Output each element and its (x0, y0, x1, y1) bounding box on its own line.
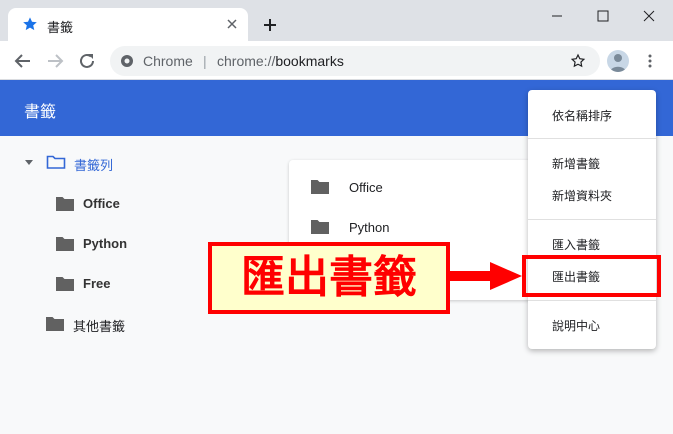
sidebar-item-bookmarks-bar[interactable]: 書籤列 (24, 152, 224, 174)
menu-divider (528, 219, 656, 220)
menu-item-sort-by-name[interactable]: 依名稱排序 (528, 99, 656, 129)
annotation-callout: 匯出書籤 (208, 242, 450, 314)
avatar[interactable] (607, 50, 629, 72)
kebab-menu-icon[interactable] (643, 53, 657, 69)
menu-item-help-center[interactable]: 說明中心 (528, 309, 656, 339)
sidebar-item-label: Office (83, 196, 120, 211)
url-text: chrome://bookmarks (217, 53, 344, 69)
folder-icon (46, 317, 64, 331)
sidebar-item-office[interactable]: Office (56, 193, 236, 215)
sidebar-item-other-bookmarks[interactable]: 其他書籤 (46, 313, 236, 335)
menu-item-label: 新增資料夾 (552, 189, 613, 203)
folder-icon (56, 277, 74, 291)
menu-item-import-bookmarks[interactable]: 匯入書籤 (528, 228, 656, 258)
browser-toolbar: Chrome | chrome://bookmarks (0, 41, 673, 80)
chrome-icon (121, 55, 133, 67)
folder-outline-icon (46, 155, 66, 169)
menu-item-add-folder[interactable]: 新增資料夾 (528, 179, 656, 209)
list-item[interactable]: Office (289, 167, 549, 207)
sidebar-item-label: 書籤列 (74, 158, 114, 173)
folder-icon (311, 180, 329, 194)
page-title: 書籤 (24, 104, 57, 121)
sidebar-item-label: Python (83, 236, 128, 251)
organize-menu: 依名稱排序 新增書籤 新增資料夾 匯入書籤 匯出書籤 說明中心 (528, 90, 656, 349)
tab-strip: 書籤 (0, 0, 673, 41)
menu-divider (528, 138, 656, 139)
maximize-icon[interactable] (595, 8, 611, 24)
caret-down-icon[interactable] (24, 159, 34, 167)
close-icon[interactable] (226, 18, 238, 30)
folder-icon (311, 220, 329, 234)
url-separator: | (203, 53, 207, 69)
menu-item-label: 新增書籤 (552, 157, 601, 171)
plus-icon[interactable] (262, 17, 278, 33)
site-chip: Chrome (143, 53, 193, 69)
sidebar-item-label: Free (83, 276, 111, 291)
star-icon (23, 17, 37, 31)
annotation-callout-text: 匯出書籤 (241, 252, 417, 303)
menu-item-label: 匯入書籤 (552, 238, 601, 252)
reload-icon[interactable] (78, 52, 96, 70)
profile-icon (610, 54, 626, 72)
menu-item-label: 說明中心 (552, 319, 601, 333)
url-scheme: chrome:// (217, 53, 276, 69)
forward-arrow-icon[interactable] (46, 52, 64, 70)
tab-bookmarks[interactable]: 書籤 (8, 8, 248, 41)
menu-item-label: 依名稱排序 (552, 109, 613, 123)
annotation-highlight-box (522, 255, 661, 297)
minimize-icon[interactable] (549, 8, 565, 24)
back-arrow-icon[interactable] (14, 52, 32, 70)
url-path: bookmarks (275, 53, 344, 69)
list-item[interactable]: Python (289, 207, 549, 247)
folder-icon (56, 197, 74, 211)
menu-item-add-bookmark[interactable]: 新增書籤 (528, 147, 656, 177)
star-outline-icon[interactable] (570, 53, 586, 69)
tab-title: 書籤 (47, 20, 74, 35)
arrow-right-icon (450, 262, 522, 290)
list-item-label: Office (349, 180, 383, 195)
window-close-icon[interactable] (641, 8, 657, 24)
list-item-label: Python (349, 220, 390, 235)
address-bar[interactable]: Chrome | chrome://bookmarks (110, 46, 600, 76)
sidebar-item-label: 其他書籤 (73, 319, 126, 334)
folder-icon (56, 237, 74, 251)
menu-divider (528, 300, 656, 301)
